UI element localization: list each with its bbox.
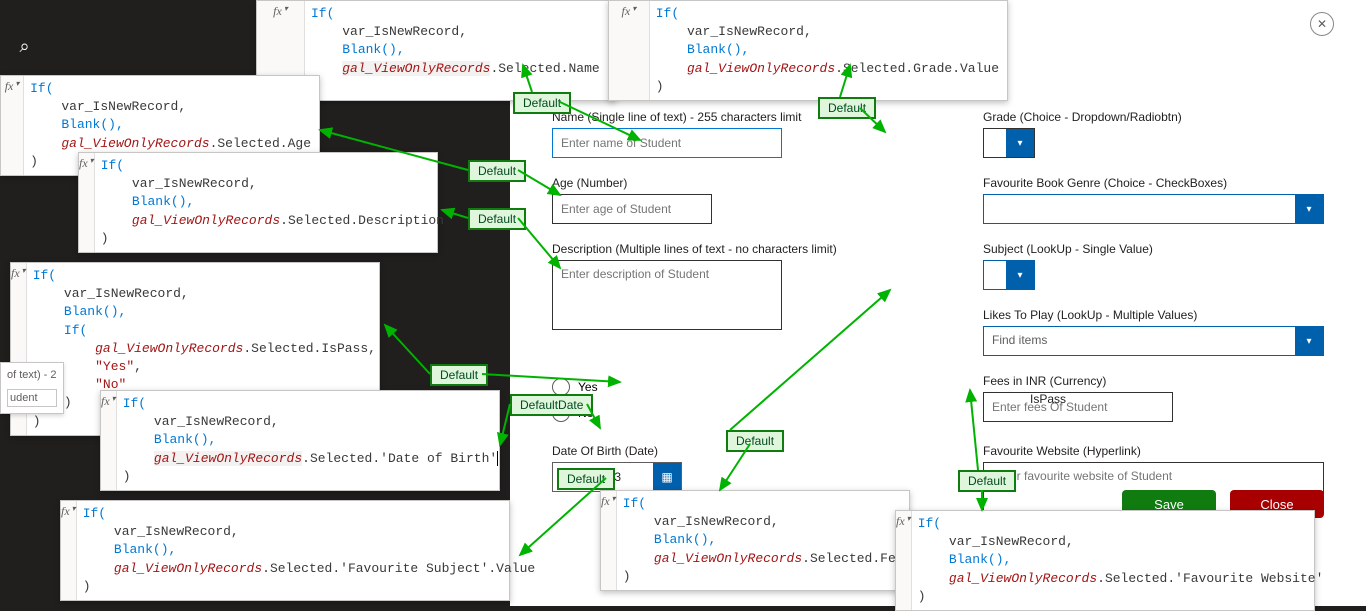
code-block: If( var_IsNewRecord, Blank(), gal_ViewOn… <box>77 501 544 600</box>
close-icon[interactable]: ✕ <box>1310 12 1334 36</box>
fx-button[interactable]: fx▾ <box>1 76 24 175</box>
fees-input[interactable] <box>983 392 1173 422</box>
code-block: If( var_IsNewRecord, Blank(), gal_ViewOn… <box>912 511 1332 610</box>
field-likes: Likes To Play (LookUp - Multiple Values)… <box>983 308 1324 356</box>
tag-default-desc: Default <box>468 208 526 230</box>
subject-dropdown[interactable]: ▾ <box>983 260 1035 290</box>
field-subject: Subject (LookUp - Single Value) ▾ <box>983 242 1324 290</box>
age-input[interactable] <box>552 194 712 224</box>
radio-yes[interactable]: Yes <box>552 378 893 396</box>
fx-button[interactable]: fx▾ <box>896 511 912 610</box>
tag-default-name: Default <box>513 92 571 114</box>
grade-dropdown[interactable]: ▾ <box>983 128 1035 158</box>
formula-dob: fx▾ If( var_IsNewRecord, Blank(), gal_Vi… <box>100 390 500 491</box>
likes-label: Likes To Play (LookUp - Multiple Values) <box>983 308 1324 322</box>
formula-description: fx▾ If( var_IsNewRecord, Blank(), gal_Vi… <box>78 152 438 253</box>
likes-dropdown[interactable]: Find items▾ <box>983 326 1324 356</box>
tag-default-subject: Default <box>557 468 615 490</box>
fx-button[interactable]: fx▾ <box>79 153 95 252</box>
fx-button[interactable]: fx▾ <box>61 501 77 600</box>
tag-default-website: Default <box>958 470 1016 492</box>
ispass-label: IsPass <box>1030 392 1066 406</box>
chevron-down-icon: ▾ <box>1006 261 1034 289</box>
tag-default-age: Default <box>468 160 526 182</box>
name-input[interactable] <box>552 128 782 158</box>
tag-default-fees: Default <box>726 430 784 452</box>
description-input[interactable] <box>552 260 782 330</box>
code-block: If( var_IsNewRecord, Blank(), gal_ViewOn… <box>650 1 1007 100</box>
search-icon: ⌕ <box>19 36 29 57</box>
formula-fees: fx▾ If( var_IsNewRecord, Blank(), gal_Vi… <box>600 490 910 591</box>
field-genre: Favourite Book Genre (Choice - CheckBoxe… <box>983 176 1324 224</box>
formula-favsubject: fx▾ If( var_IsNewRecord, Blank(), gal_Vi… <box>60 500 510 601</box>
fx-button[interactable]: fx▾ <box>601 491 617 590</box>
grade-label: Grade (Choice - Dropdown/Radiobtn) <box>983 110 1324 124</box>
chevron-down-icon: ▾ <box>1006 129 1034 157</box>
chevron-down-icon: ▾ <box>1295 195 1323 223</box>
tag-default-ispass: Default <box>430 364 488 386</box>
code-block: If( var_IsNewRecord, Blank(), gal_ViewOn… <box>617 491 920 590</box>
field-description: Description (Multiple lines of text - no… <box>552 242 893 356</box>
yes-label: Yes <box>578 380 598 394</box>
tag-default-grade: Default <box>818 97 876 119</box>
age-label: Age (Number) <box>552 176 893 190</box>
radio-no[interactable]: No <box>552 404 893 422</box>
code-block: If( var_IsNewRecord, Blank(), gal_ViewOn… <box>95 153 452 252</box>
field-ispass: Yes No <box>552 374 893 426</box>
description-label: Description (Multiple lines of text - no… <box>552 242 893 256</box>
chevron-down-icon: ▾ <box>1295 327 1323 355</box>
crumb-fragment: of text) - 2 udent <box>0 362 64 414</box>
genre-label: Favourite Book Genre (Choice - CheckBoxe… <box>983 176 1324 190</box>
search-button[interactable]: ⌕ <box>0 24 49 68</box>
dob-label: Date Of Birth (Date) <box>552 444 893 458</box>
subject-label: Subject (LookUp - Single Value) <box>983 242 1324 256</box>
genre-dropdown[interactable]: ▾ <box>983 194 1324 224</box>
formula-website: fx▾ If( var_IsNewRecord, Blank(), gal_Vi… <box>895 510 1315 611</box>
fees-label: Fees in INR (Currency) <box>983 374 1324 388</box>
tag-default-date: DefaultDate <box>510 394 593 416</box>
fx-button[interactable]: fx▾ <box>609 1 650 100</box>
formula-grade: fx▾ If( var_IsNewRecord, Blank(), gal_Vi… <box>608 0 1008 101</box>
code-block: If( var_IsNewRecord, Blank(), gal_ViewOn… <box>117 391 514 490</box>
field-grade: Grade (Choice - Dropdown/Radiobtn) ▾ <box>983 110 1324 158</box>
field-age: Age (Number) <box>552 176 893 224</box>
website-label: Favourite Website (Hyperlink) <box>983 444 1324 458</box>
fx-button[interactable]: fx▾ <box>101 391 117 490</box>
code-block: If( var_IsNewRecord, Blank(), gal_ViewOn… <box>305 1 615 100</box>
calendar-icon: ▦ <box>653 463 681 491</box>
